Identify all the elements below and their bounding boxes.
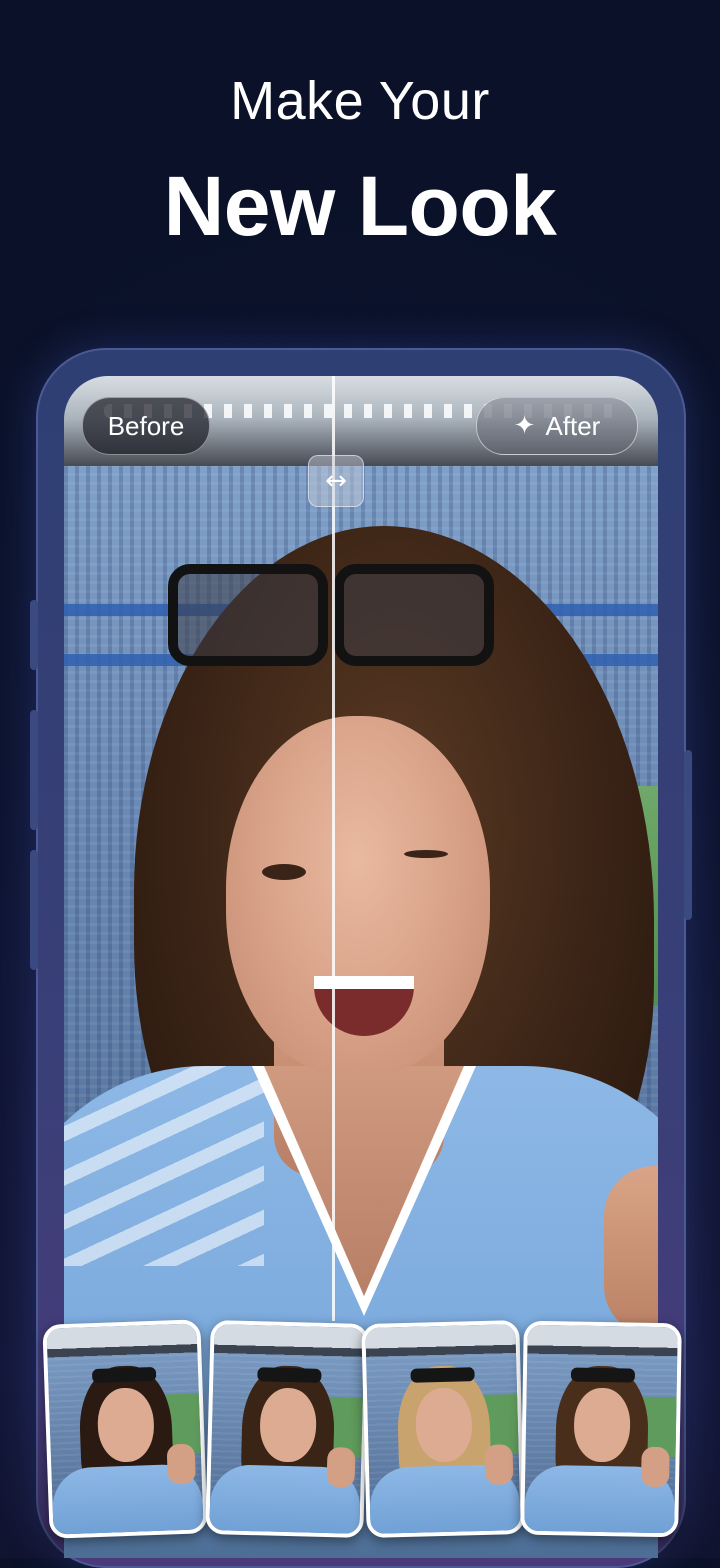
thumbnail-sunglasses	[257, 1367, 322, 1383]
style-thumbnail-4[interactable]	[520, 1320, 682, 1538]
before-label[interactable]: Before	[82, 397, 210, 455]
phone-side-button	[30, 600, 38, 670]
thumbnail-fist	[326, 1447, 356, 1488]
thumbnail-sunglasses	[410, 1367, 475, 1383]
style-thumbnail-3[interactable]	[361, 1319, 525, 1539]
thumbnail-face	[414, 1387, 473, 1463]
thumbnail-face	[573, 1387, 631, 1463]
sunglasses-lens	[168, 564, 328, 666]
raised-fist	[604, 1166, 658, 1336]
before-label-text: Before	[107, 410, 185, 441]
left-eye	[262, 864, 306, 880]
right-eye	[404, 850, 448, 858]
thumbnail-sunglasses	[570, 1367, 636, 1383]
headline-line-1: Make Your	[230, 71, 490, 131]
phone-side-button	[30, 710, 38, 830]
sparkle-icon: ✦	[513, 411, 536, 441]
after-label[interactable]: ✦ After	[476, 397, 638, 455]
after-label-text: After	[545, 410, 601, 441]
style-thumbnail-1[interactable]	[42, 1319, 208, 1539]
thumbnail-fist	[166, 1443, 196, 1485]
left-right-arrow-icon: ↔	[325, 466, 347, 496]
thumbnail-sunglasses	[91, 1366, 157, 1384]
headline-line-2: New Look	[163, 159, 557, 253]
thumbnail-fist	[640, 1446, 670, 1488]
phone-side-button	[684, 750, 692, 920]
thumbnail-fist	[484, 1444, 514, 1485]
style-thumbnail-2[interactable]	[205, 1319, 369, 1539]
comparison-divider[interactable]	[332, 376, 335, 1321]
comparison-slider-handle[interactable]: ↔	[308, 455, 364, 507]
phone-side-button	[30, 850, 38, 970]
sunglasses	[164, 554, 494, 666]
thumbnail-face	[96, 1387, 156, 1463]
sunglasses-lens	[334, 564, 494, 666]
